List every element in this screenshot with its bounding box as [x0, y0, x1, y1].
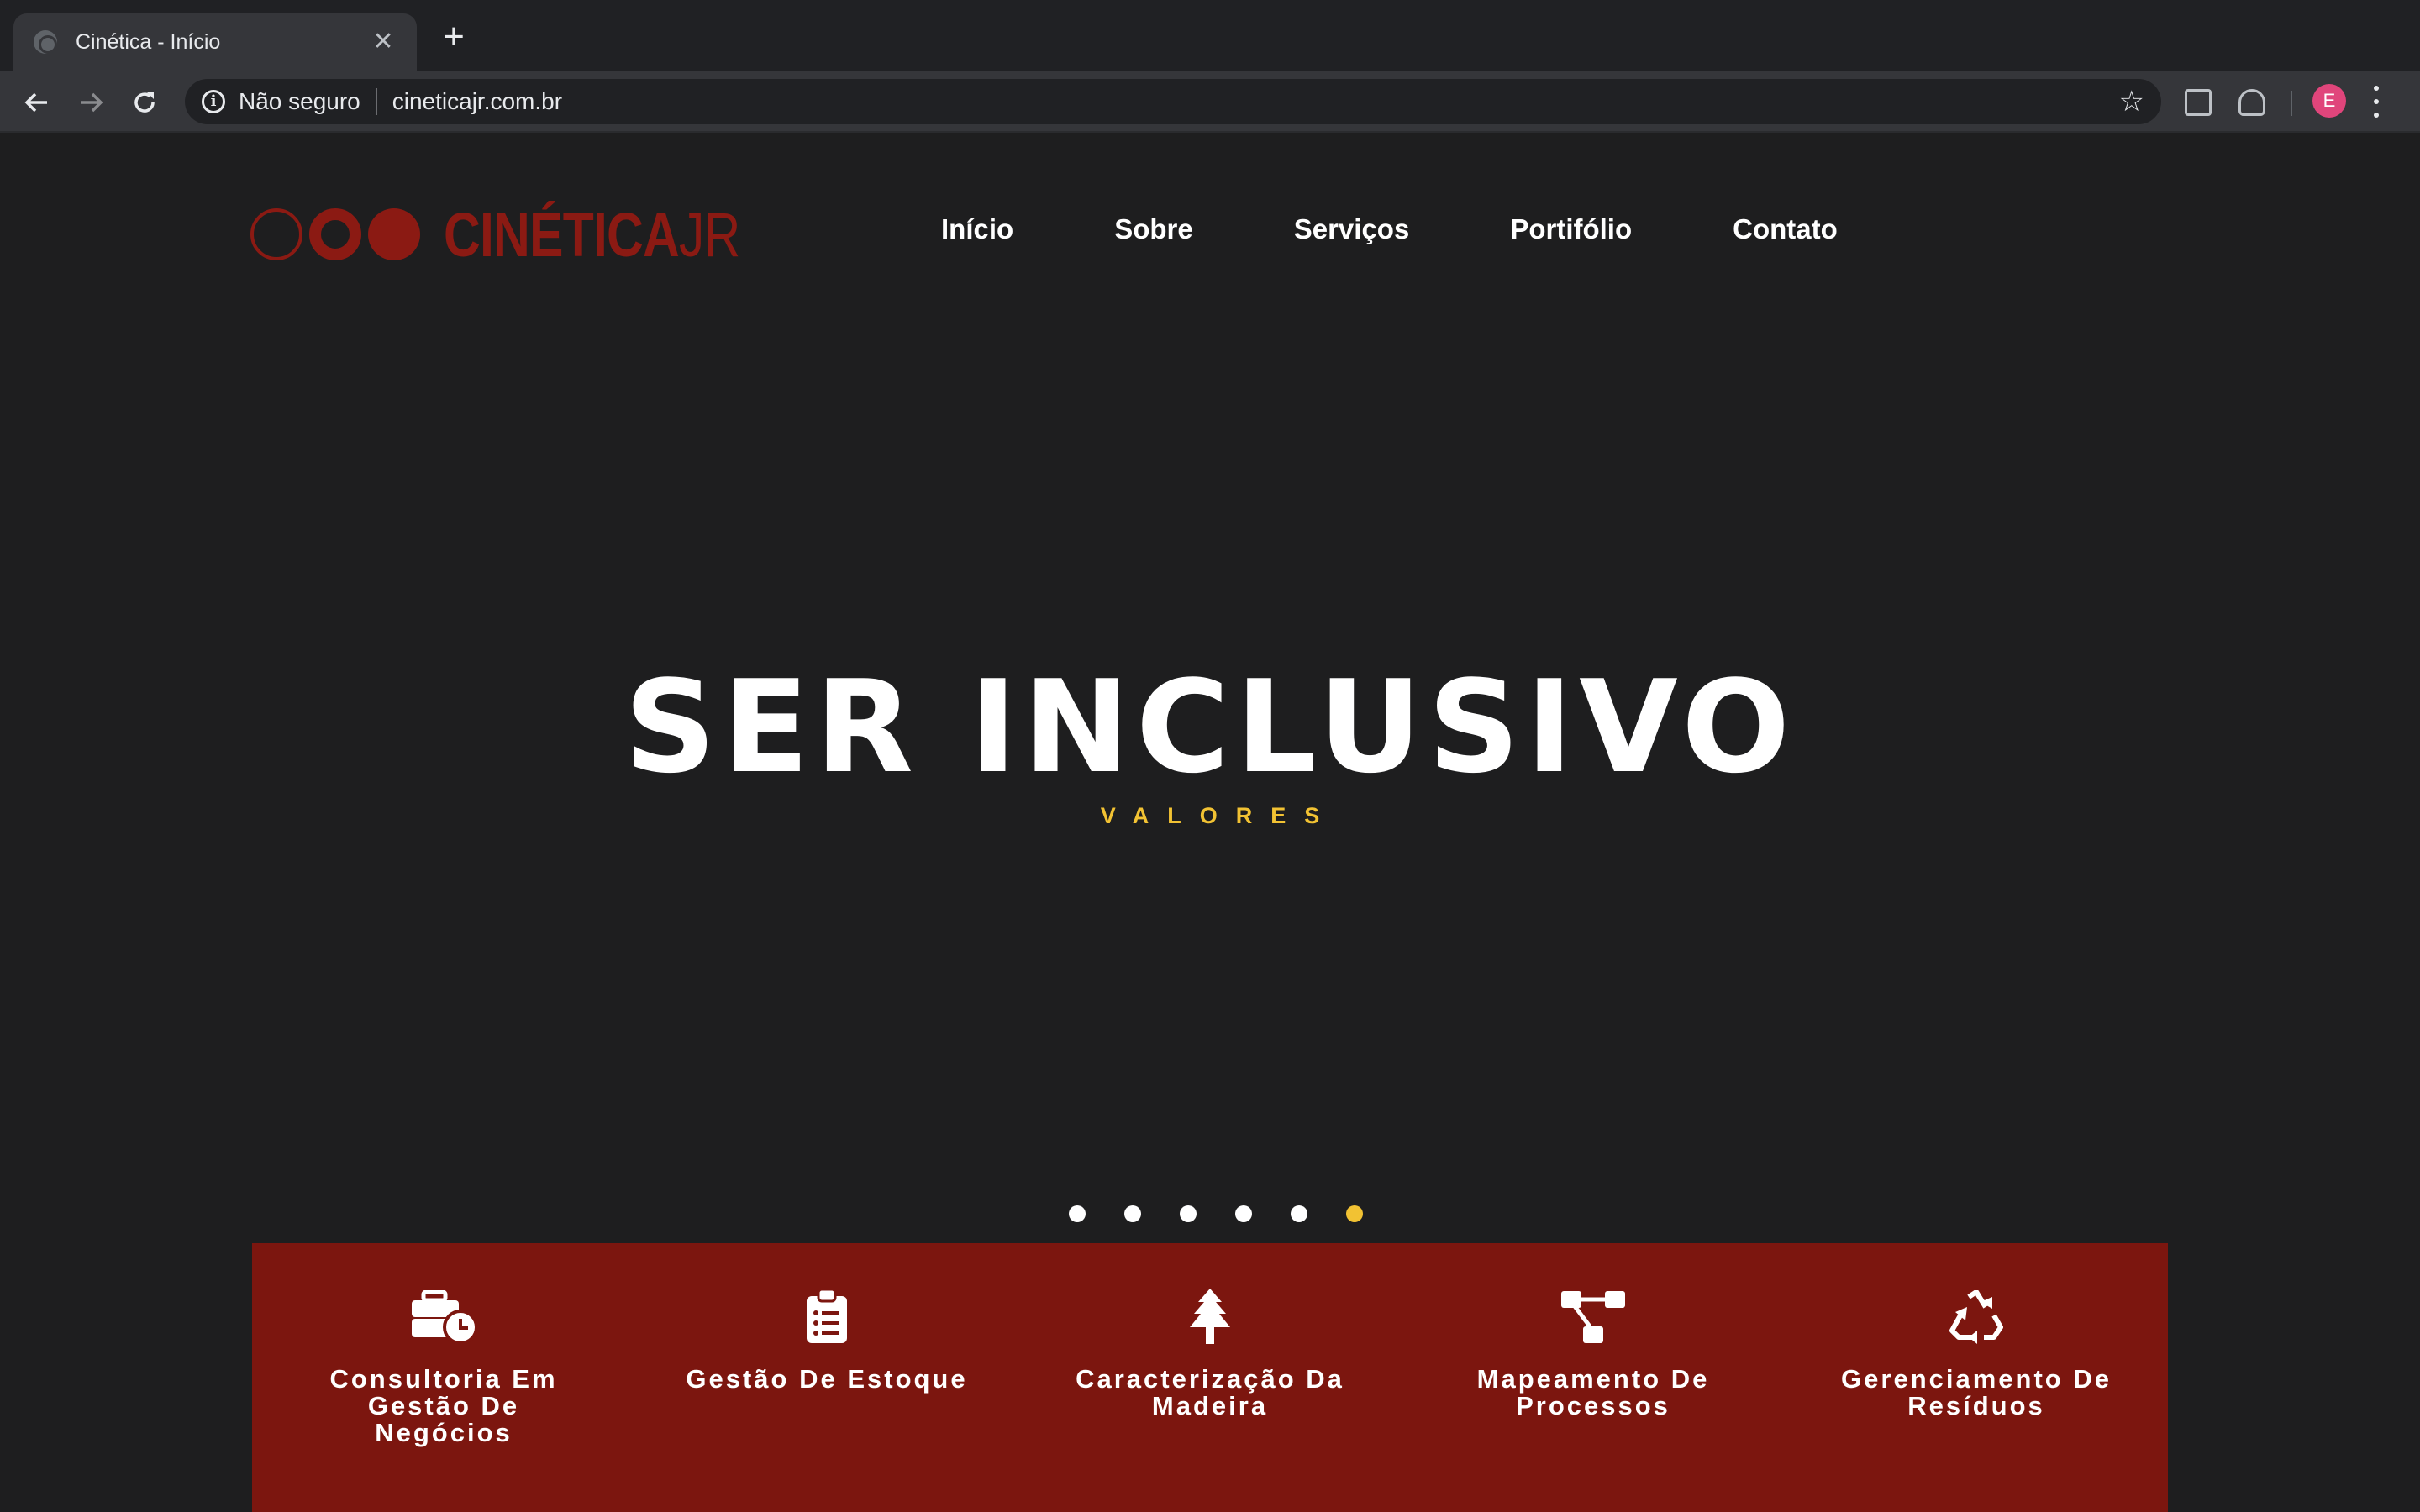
site-logo[interactable]: CINÉTICAJR — [250, 200, 805, 270]
clipboard-list-icon — [793, 1287, 860, 1347]
omnibox-divider — [375, 88, 377, 115]
briefcase-clock-icon — [410, 1287, 477, 1347]
service-item-processos[interactable]: Mapeamento De Processos — [1402, 1243, 1785, 1512]
carousel-dot-3[interactable] — [1180, 1205, 1197, 1222]
browser-tab[interactable]: Cinética - Início ✕ — [13, 13, 417, 71]
service-label-line1: Gerenciamento De — [1841, 1364, 2112, 1394]
service-label-line1: Consultoria Em — [329, 1364, 558, 1394]
web-page: CINÉTICAJR Início Sobre Serviços Portifó… — [0, 133, 2420, 1512]
nav-link-servicos[interactable]: Serviços — [1294, 213, 1410, 245]
carousel-dot-1[interactable] — [1069, 1205, 1086, 1222]
service-label-line2: Madeira — [1151, 1391, 1269, 1420]
address-bar[interactable]: i Não seguro cineticajr.com.br ☆ — [185, 79, 2161, 124]
services-bar: Consultoria Em Gestão De Negócios Gestão… — [252, 1243, 2168, 1512]
logo-wordmark: CINÉTICAJR — [444, 199, 740, 270]
nav-link-portifolio[interactable]: Portifólio — [1510, 213, 1632, 245]
carousel-dot-4[interactable] — [1235, 1205, 1252, 1222]
reload-button[interactable] — [124, 82, 165, 123]
service-item-estoque[interactable]: Gestão De Estoque — [635, 1243, 1018, 1512]
extension-image-icon[interactable] — [2185, 89, 2212, 116]
recycle-icon — [1943, 1287, 2010, 1347]
browser-toolbar: i Não seguro cineticajr.com.br ☆ E — [0, 71, 2420, 133]
logo-circles-icon — [250, 208, 427, 260]
service-item-madeira[interactable]: Caracterização Da Madeira — [1018, 1243, 1402, 1512]
service-item-residuos[interactable]: Gerenciamento De Resíduos — [1785, 1243, 2168, 1512]
service-label-line2: Gestão De Negócios — [367, 1391, 520, 1447]
tab-title: Cinética - Início — [76, 29, 221, 54]
tree-icon — [1176, 1287, 1244, 1347]
carousel-dot-5[interactable] — [1291, 1205, 1307, 1222]
main-nav: Início Sobre Serviços Portifólio Contato — [941, 213, 1838, 245]
carousel-dot-2[interactable] — [1124, 1205, 1141, 1222]
extension-lightbulb-icon[interactable] — [2238, 89, 2265, 116]
hero-subtitle: VALORES — [1100, 803, 1339, 828]
bookmark-star-icon[interactable]: ☆ — [2119, 87, 2144, 116]
toolbar-divider — [2291, 91, 2292, 116]
service-label-line1: Gestão De Estoque — [686, 1364, 968, 1394]
arrow-right-icon — [81, 92, 103, 113]
nav-link-contato[interactable]: Contato — [1733, 213, 1838, 245]
carousel-indicators — [1069, 1205, 1402, 1222]
nav-link-sobre[interactable]: Sobre — [1114, 213, 1193, 245]
browser-menu-icon[interactable] — [2371, 86, 2381, 118]
arrow-left-icon — [24, 92, 47, 113]
service-item-consultoria[interactable]: Consultoria Em Gestão De Negócios — [252, 1243, 635, 1512]
new-tab-button[interactable]: + — [437, 18, 471, 55]
reload-icon — [134, 92, 155, 113]
close-tab-icon[interactable]: ✕ — [370, 29, 397, 55]
nav-link-inicio[interactable]: Início — [941, 213, 1013, 245]
carousel-dot-6-active[interactable] — [1346, 1205, 1363, 1222]
info-icon[interactable]: i — [202, 90, 225, 113]
logo-suffix-text: JR — [678, 199, 740, 270]
forward-button[interactable] — [71, 82, 111, 123]
url-text[interactable]: cineticajr.com.br — [392, 88, 562, 115]
browser-tab-strip: Cinética - Início ✕ + — [0, 0, 2420, 71]
back-button[interactable] — [17, 82, 57, 123]
sitemap-icon — [1560, 1287, 1627, 1347]
hero-title: SER INCLUSIVO — [623, 653, 1797, 801]
security-label: Não seguro — [239, 88, 360, 114]
logo-main-text: CINÉTICA — [444, 199, 680, 270]
globe-icon — [34, 30, 57, 54]
profile-avatar[interactable]: E — [2312, 84, 2346, 118]
service-label-line1: Caracterização Da — [1076, 1364, 1344, 1394]
service-label-line2: Processos — [1516, 1391, 1670, 1420]
service-label-line2: Resíduos — [1907, 1391, 2045, 1420]
service-label-line1: Mapeamento De — [1476, 1364, 1710, 1394]
